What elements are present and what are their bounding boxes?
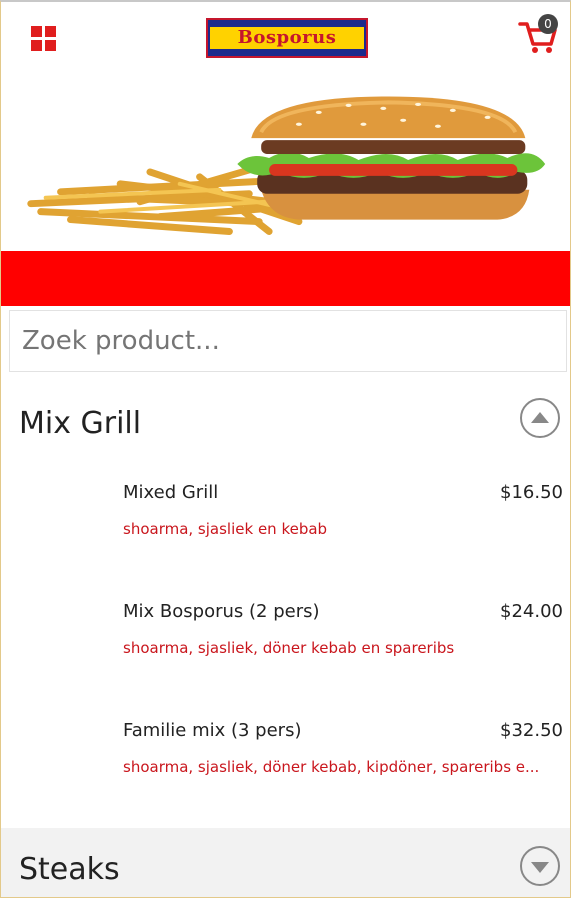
item-description: shoarma, sjasliek en kebab bbox=[123, 520, 328, 538]
top-bar: Bosporus 0 bbox=[1, 2, 570, 72]
menu-item[interactable]: Mixed Grill $16.50 shoarma, sjasliek en … bbox=[123, 482, 563, 582]
item-name: Mix Bosporus (2 pers) bbox=[123, 601, 320, 622]
expand-category-icon[interactable] bbox=[520, 846, 560, 886]
menu-item[interactable]: Mix Bosporus (2 pers) $24.00 shoarma, sj… bbox=[123, 601, 563, 701]
cart-count-badge: 0 bbox=[538, 14, 558, 34]
brand-logo[interactable]: Bosporus bbox=[206, 18, 368, 58]
search-input[interactable] bbox=[9, 310, 567, 372]
collapse-category-icon[interactable] bbox=[520, 398, 560, 438]
item-name: Familie mix (3 pers) bbox=[123, 720, 302, 741]
app-screen: Bosporus 0 Zoek product... Mix Grill Mix… bbox=[0, 0, 571, 898]
item-price: $24.00 bbox=[500, 601, 563, 622]
menu-item[interactable]: Familie mix (3 pers) $32.50 shoarma, sja… bbox=[123, 720, 563, 820]
grid-menu-icon[interactable] bbox=[31, 26, 57, 52]
item-price: $32.50 bbox=[500, 720, 563, 741]
item-description: shoarma, sjasliek, döner kebab, kipdöner… bbox=[123, 758, 540, 776]
category-title[interactable]: Mix Grill bbox=[19, 406, 141, 441]
hero-burger-fries-image bbox=[27, 96, 546, 235]
category-title[interactable]: Steaks bbox=[19, 852, 120, 887]
item-price: $16.50 bbox=[500, 482, 563, 503]
item-name: Mixed Grill bbox=[123, 482, 219, 503]
item-description: shoarma, sjasliek, döner kebab en sparer… bbox=[123, 639, 455, 657]
red-banner bbox=[1, 251, 570, 306]
brand-logo-text: Bosporus bbox=[237, 27, 337, 48]
